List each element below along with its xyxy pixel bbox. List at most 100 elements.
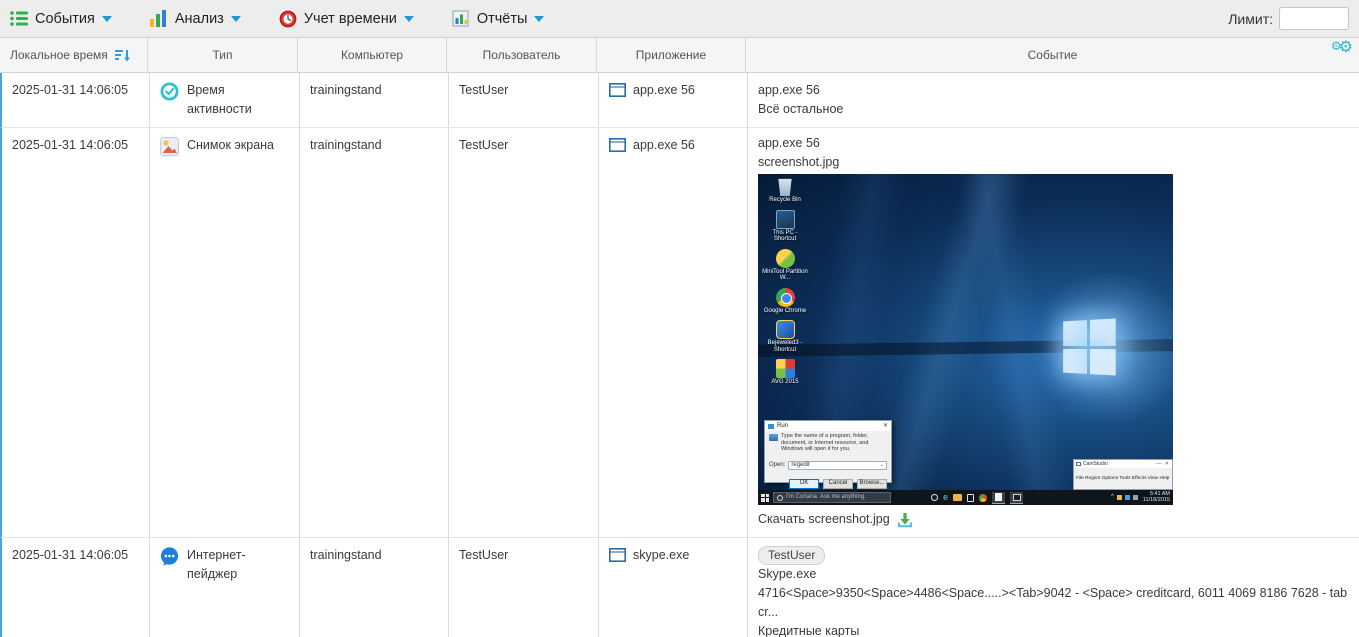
event-line: Skype.exe <box>758 565 1349 584</box>
desktop-icon-this-pc: This PC - Shortcut <box>761 210 809 243</box>
top-nav: События Анализ Учет времени <box>0 0 1359 38</box>
cell-app: app.exe 56 <box>599 128 748 537</box>
run-ok-button: OK <box>789 479 819 489</box>
chevron-down-icon <box>534 16 544 22</box>
cell-computer: trainingstand <box>300 73 449 127</box>
col-header-time[interactable]: Локальное время <box>0 38 148 72</box>
cell-user: TestUser <box>449 538 599 637</box>
taskbar-icons: e <box>931 492 1023 504</box>
window-icon <box>609 138 626 152</box>
cell-time: 2025-01-31 14:06:05 <box>2 538 150 637</box>
tray-icon <box>1133 495 1138 500</box>
store-icon <box>967 494 974 502</box>
cell-user: TestUser <box>449 73 599 127</box>
nav-reports[interactable]: Отчёты <box>452 10 545 27</box>
table-row[interactable]: 2025-01-31 14:06:05 Интернет-пейджер tra… <box>0 538 1359 637</box>
task-view-icon <box>931 494 938 501</box>
table-row[interactable]: 2025-01-31 14:06:05 Снимок экрана traini… <box>0 128 1359 538</box>
cell-type: Интернет-пейджер <box>150 538 300 637</box>
bejeweled-icon <box>776 320 795 339</box>
cell-event: app.exe 56 screenshot.jpg Recycle Bin Th… <box>748 128 1359 537</box>
cell-computer: trainingstand <box>300 538 449 637</box>
camstudio-menu: File Region Options Tools Effects View H… <box>1074 468 1172 489</box>
download-icon[interactable] <box>897 512 913 528</box>
window-icon <box>609 548 626 562</box>
col-header-user-label: Пользователь <box>483 48 561 62</box>
event-line: Кредитные карты <box>758 622 1349 637</box>
edge-icon: e <box>943 493 948 502</box>
col-header-computer[interactable]: Компьютер <box>298 38 447 72</box>
col-header-app-label: Приложение <box>636 48 706 62</box>
event-line: Всё остальное <box>758 100 1349 119</box>
col-header-event[interactable]: Событие ⚙⚙ <box>746 38 1359 72</box>
events-list-icon <box>10 10 28 27</box>
nav-events-label: События <box>35 11 95 27</box>
tray-icon <box>1125 495 1130 500</box>
start-button-icon <box>761 494 769 502</box>
system-tray: ^ 5:41 AM 11/18/2015 <box>1111 488 1170 505</box>
run-open-combobox: regedit ⌄ <box>788 461 887 470</box>
chevron-down-icon: ⌄ <box>880 456 884 475</box>
table-row[interactable]: 2025-01-31 14:06:05 Время активности tra… <box>0 73 1359 128</box>
tray-expand-icon: ^ <box>1111 488 1114 505</box>
nav-time-tracking[interactable]: Учет времени <box>279 10 414 27</box>
nav-events[interactable]: События <box>10 10 112 27</box>
bar-chart-icon <box>150 10 168 27</box>
cell-type: Время активности <box>150 73 300 127</box>
col-header-event-label: Событие <box>1028 48 1078 62</box>
download-row: Скачать screenshot.jpg <box>758 510 1349 529</box>
col-header-computer-label: Компьютер <box>341 48 403 62</box>
run-open-label: Open: <box>769 456 785 475</box>
settings-gears-icon[interactable]: ⚙⚙ <box>1328 40 1353 56</box>
run-dialog-icon <box>768 424 774 429</box>
type-label: Время активности <box>187 81 289 119</box>
limit-label: Лимит: <box>1228 11 1273 27</box>
cortana-search: I'm Cortana. Ask me anything. <box>773 492 891 503</box>
open-app-icon <box>992 492 1005 504</box>
col-header-user[interactable]: Пользователь <box>447 38 597 72</box>
table-header: Локальное время Тип Компьютер Пользовате… <box>0 38 1359 73</box>
run-open-value: regedit <box>791 456 809 475</box>
download-link[interactable]: Скачать screenshot.jpg <box>758 510 890 529</box>
desktop-icon-chrome: Google Chrome <box>761 288 809 315</box>
limit-input[interactable] <box>1279 7 1349 30</box>
console-app-icon <box>1010 492 1023 504</box>
nav-time-tracking-label: Учет времени <box>304 11 397 27</box>
activity-check-icon <box>160 82 179 101</box>
desktop-icon-avg: AVG 2015 <box>761 359 809 386</box>
nav-analysis-label: Анализ <box>175 11 224 27</box>
camstudio-window: CamStudio — ✕ File Region Options Tools … <box>1073 459 1173 490</box>
picture-icon <box>160 137 179 156</box>
cell-app: skype.exe <box>599 538 748 637</box>
file-explorer-icon <box>953 494 962 501</box>
col-header-type[interactable]: Тип <box>148 38 298 72</box>
report-document-icon <box>452 10 470 27</box>
cortana-icon <box>777 495 783 501</box>
chevron-down-icon <box>404 16 414 22</box>
cell-time: 2025-01-31 14:06:05 <box>2 73 150 127</box>
tray-icon <box>1117 495 1122 500</box>
screenshot-thumbnail[interactable]: Recycle Bin This PC - Shortcut MiniTool … <box>758 174 1173 505</box>
nav-reports-label: Отчёты <box>477 11 528 27</box>
window-icon <box>609 83 626 97</box>
chevron-down-icon <box>102 16 112 22</box>
desktop-icons: Recycle Bin This PC - Shortcut MiniTool … <box>761 177 809 392</box>
desktop-icon-recycle-bin: Recycle Bin <box>761 177 809 204</box>
nav-analysis[interactable]: Анализ <box>150 10 241 27</box>
avg-icon <box>776 359 795 378</box>
cell-event: app.exe 56 Всё остальное <box>748 73 1359 127</box>
app-label: skype.exe <box>633 546 689 565</box>
camstudio-icon <box>1076 462 1081 466</box>
app-label: app.exe 56 <box>633 81 695 100</box>
col-header-app[interactable]: Приложение <box>597 38 746 72</box>
event-line: app.exe 56 <box>758 134 1349 153</box>
taskbar: I'm Cortana. Ask me anything. e ^ <box>758 490 1173 505</box>
event-line: 4716<Space>9350<Space>4486<Space.....><T… <box>758 584 1349 622</box>
desktop-icon-bejeweled: Bejeweled3 - Shortcut <box>761 320 809 353</box>
windows-logo <box>1063 318 1116 375</box>
event-line: screenshot.jpg <box>758 153 1349 172</box>
user-badge: TestUser <box>758 546 825 565</box>
run-dialog-message: Type the name of a program, folder, docu… <box>781 433 887 453</box>
cell-user: TestUser <box>449 128 599 537</box>
cell-type: Снимок экрана <box>150 128 300 537</box>
